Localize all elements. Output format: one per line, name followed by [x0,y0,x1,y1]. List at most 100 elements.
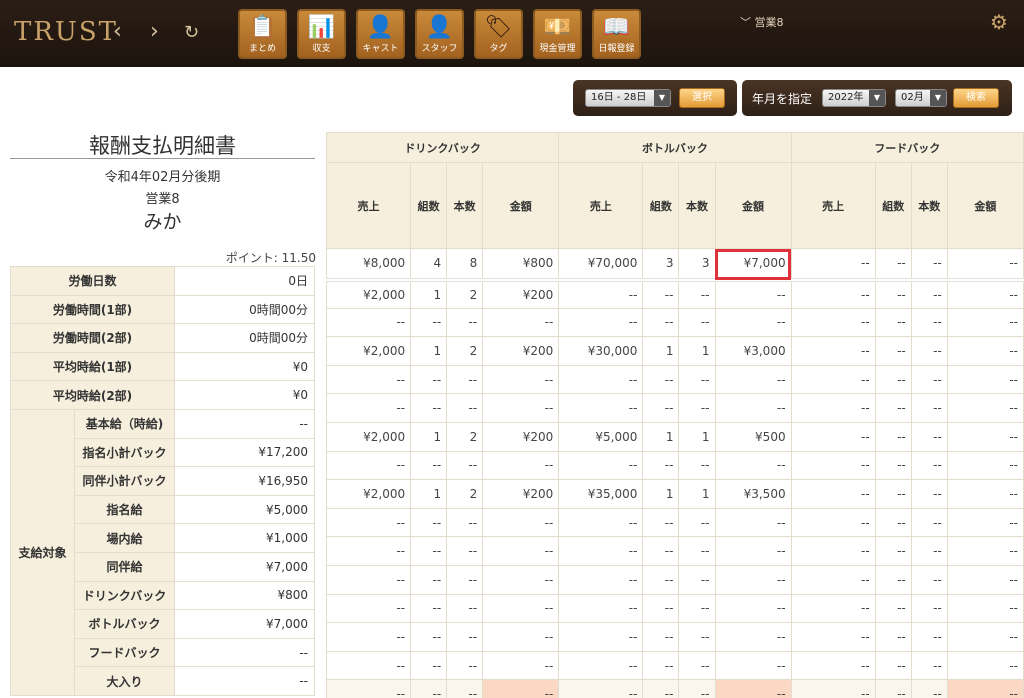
table-cell: -- [482,565,560,595]
table-cell: -- [714,565,792,595]
table-cell: -- [482,393,560,423]
nav-tab-6[interactable]: 💴 現金管理 [533,9,582,59]
user-menu[interactable]: ﹀ 営業8 [740,14,784,30]
table-cell: -- [714,393,792,423]
nav-tab-1[interactable]: 📋 まとめ [238,9,287,59]
detail-table: ドリンクバック ボトルバック フードバック 売上 組数 本数 金額 売上 組数 本数 金額 売上 組数本… [325,132,1024,698]
table-cell: -- [714,536,792,566]
period-selector-panel: 16日 - 28日 ▼ 選択 [573,80,737,116]
table-cell: -- [446,365,484,395]
column-header: 本数 [678,162,716,249]
total-cell: 8 [446,248,484,282]
tab-label: キャスト [362,44,399,54]
nav-tab-3[interactable]: 👤 キャスト [356,9,405,59]
footer-cell: -- [946,679,1024,698]
column-header: 金額 [714,162,792,249]
table-cell: -- [558,365,644,395]
nav-tab-7[interactable]: 📖 日報登録 [592,9,641,59]
column-header: 本数 [446,162,484,249]
year-select[interactable]: 2022年 ▼ [822,89,886,107]
footer-cell: -- [482,679,560,698]
table-cell: -- [410,393,448,423]
reload-icon[interactable]: ↻ [184,22,199,43]
table-cell: -- [446,451,484,481]
table-cell: -- [714,279,792,309]
table-cell: -- [946,536,1024,566]
table-cell: ¥2,000 [325,479,412,509]
tab-icon: 👤 [425,15,454,40]
table-cell: -- [325,536,412,566]
table-cell: ¥2,000 [325,336,412,366]
table-cell: -- [874,479,912,509]
table-cell: -- [910,308,948,338]
summary-row: 労働時間(1部) 0時間00分 [10,294,315,325]
payment-label: 場内給 [74,523,175,553]
table-cell: -- [482,536,560,566]
dropdown-arrow-icon: ▼ [654,90,670,106]
table-row: -- -- -- -- -- -- -- -- -- -- -- -- [325,594,1024,624]
table-cell: ¥35,000 [558,479,644,509]
nav-tab-4[interactable]: 👤 スタッフ [415,9,464,59]
table-cell: -- [446,508,484,538]
table-cell: -- [910,479,948,509]
summary-row: 平均時給(1部) ¥0 [10,351,315,382]
payment-label: 同伴給 [74,551,175,582]
table-cell: -- [558,565,644,595]
footer-cell: -- [790,679,876,698]
table-cell: -- [642,393,680,423]
table-cell: -- [874,622,912,652]
app-logo: TRUST [14,17,118,47]
table-cell: -- [446,651,484,681]
column-header: 売上 [558,162,644,249]
table-cell: ¥2,000 [325,279,412,309]
month-value: 02月 [901,92,924,103]
table-row: -- -- -- -- -- -- -- -- -- -- -- -- [325,565,1024,595]
payment-value: ¥17,200 [174,437,315,468]
table-cell: -- [325,651,412,681]
nav-tab-5[interactable]: 🏷 タグ [474,9,523,59]
half-month-select[interactable]: 16日 - 28日 ▼ [585,89,671,107]
table-cell: 1 [410,279,448,309]
summary-row: 労働日数 0日 [10,266,315,296]
table-cell: -- [714,508,792,538]
table-cell: -- [946,422,1024,452]
payment-label: フードバック [74,637,175,668]
payment-value: ¥5,000 [174,494,315,525]
table-cell: -- [946,365,1024,395]
nav-tab-2[interactable]: 📊 収支 [297,9,346,59]
table-cell: -- [325,451,412,481]
table-cell: -- [446,308,484,338]
half-month-value: 16日 - 28日 [591,92,647,103]
search-button[interactable]: 検索 [953,88,999,108]
table-cell: ¥200 [482,336,560,366]
summary-label: 労働時間(1部) [10,294,175,325]
summary-value: ¥0 [174,380,315,410]
table-cell: -- [558,594,644,624]
table-cell: -- [714,622,792,652]
back-arrow-icon[interactable]: ‹ [113,19,122,44]
table-cell: -- [790,365,876,395]
table-cell: -- [678,308,716,338]
footer-row: -- -- -- -- -- -- -- -- -- -- -- -- [325,679,1024,698]
table-cell: 1 [642,336,680,366]
forward-arrow-icon[interactable]: › [150,19,159,44]
table-cell: -- [910,422,948,452]
table-cell: -- [874,308,912,338]
table-row: ¥2,000 1 2 ¥200 ¥35,000 1 1 ¥3,500 -- -- -- -- [325,479,1024,509]
table-row: -- -- -- -- -- -- -- -- -- -- -- -- [325,536,1024,566]
table-cell: -- [446,536,484,566]
group-header: フードバック [790,132,1024,163]
dropdown-arrow-icon: ▼ [930,90,946,106]
gear-icon[interactable]: ⚙ [990,10,1008,34]
select-button[interactable]: 選択 [679,88,725,108]
table-cell: -- [946,651,1024,681]
summary-value: 0日 [174,266,315,296]
table-cell: -- [790,622,876,652]
table-cell: -- [910,622,948,652]
tab-label: タグ [489,44,508,54]
dropdown-arrow-icon: ▼ [869,90,885,106]
payment-value: ¥7,000 [174,609,315,639]
group-header: ドリンクバック [325,132,560,163]
month-select[interactable]: 02月 ▼ [895,89,947,107]
table-cell: -- [946,622,1024,652]
